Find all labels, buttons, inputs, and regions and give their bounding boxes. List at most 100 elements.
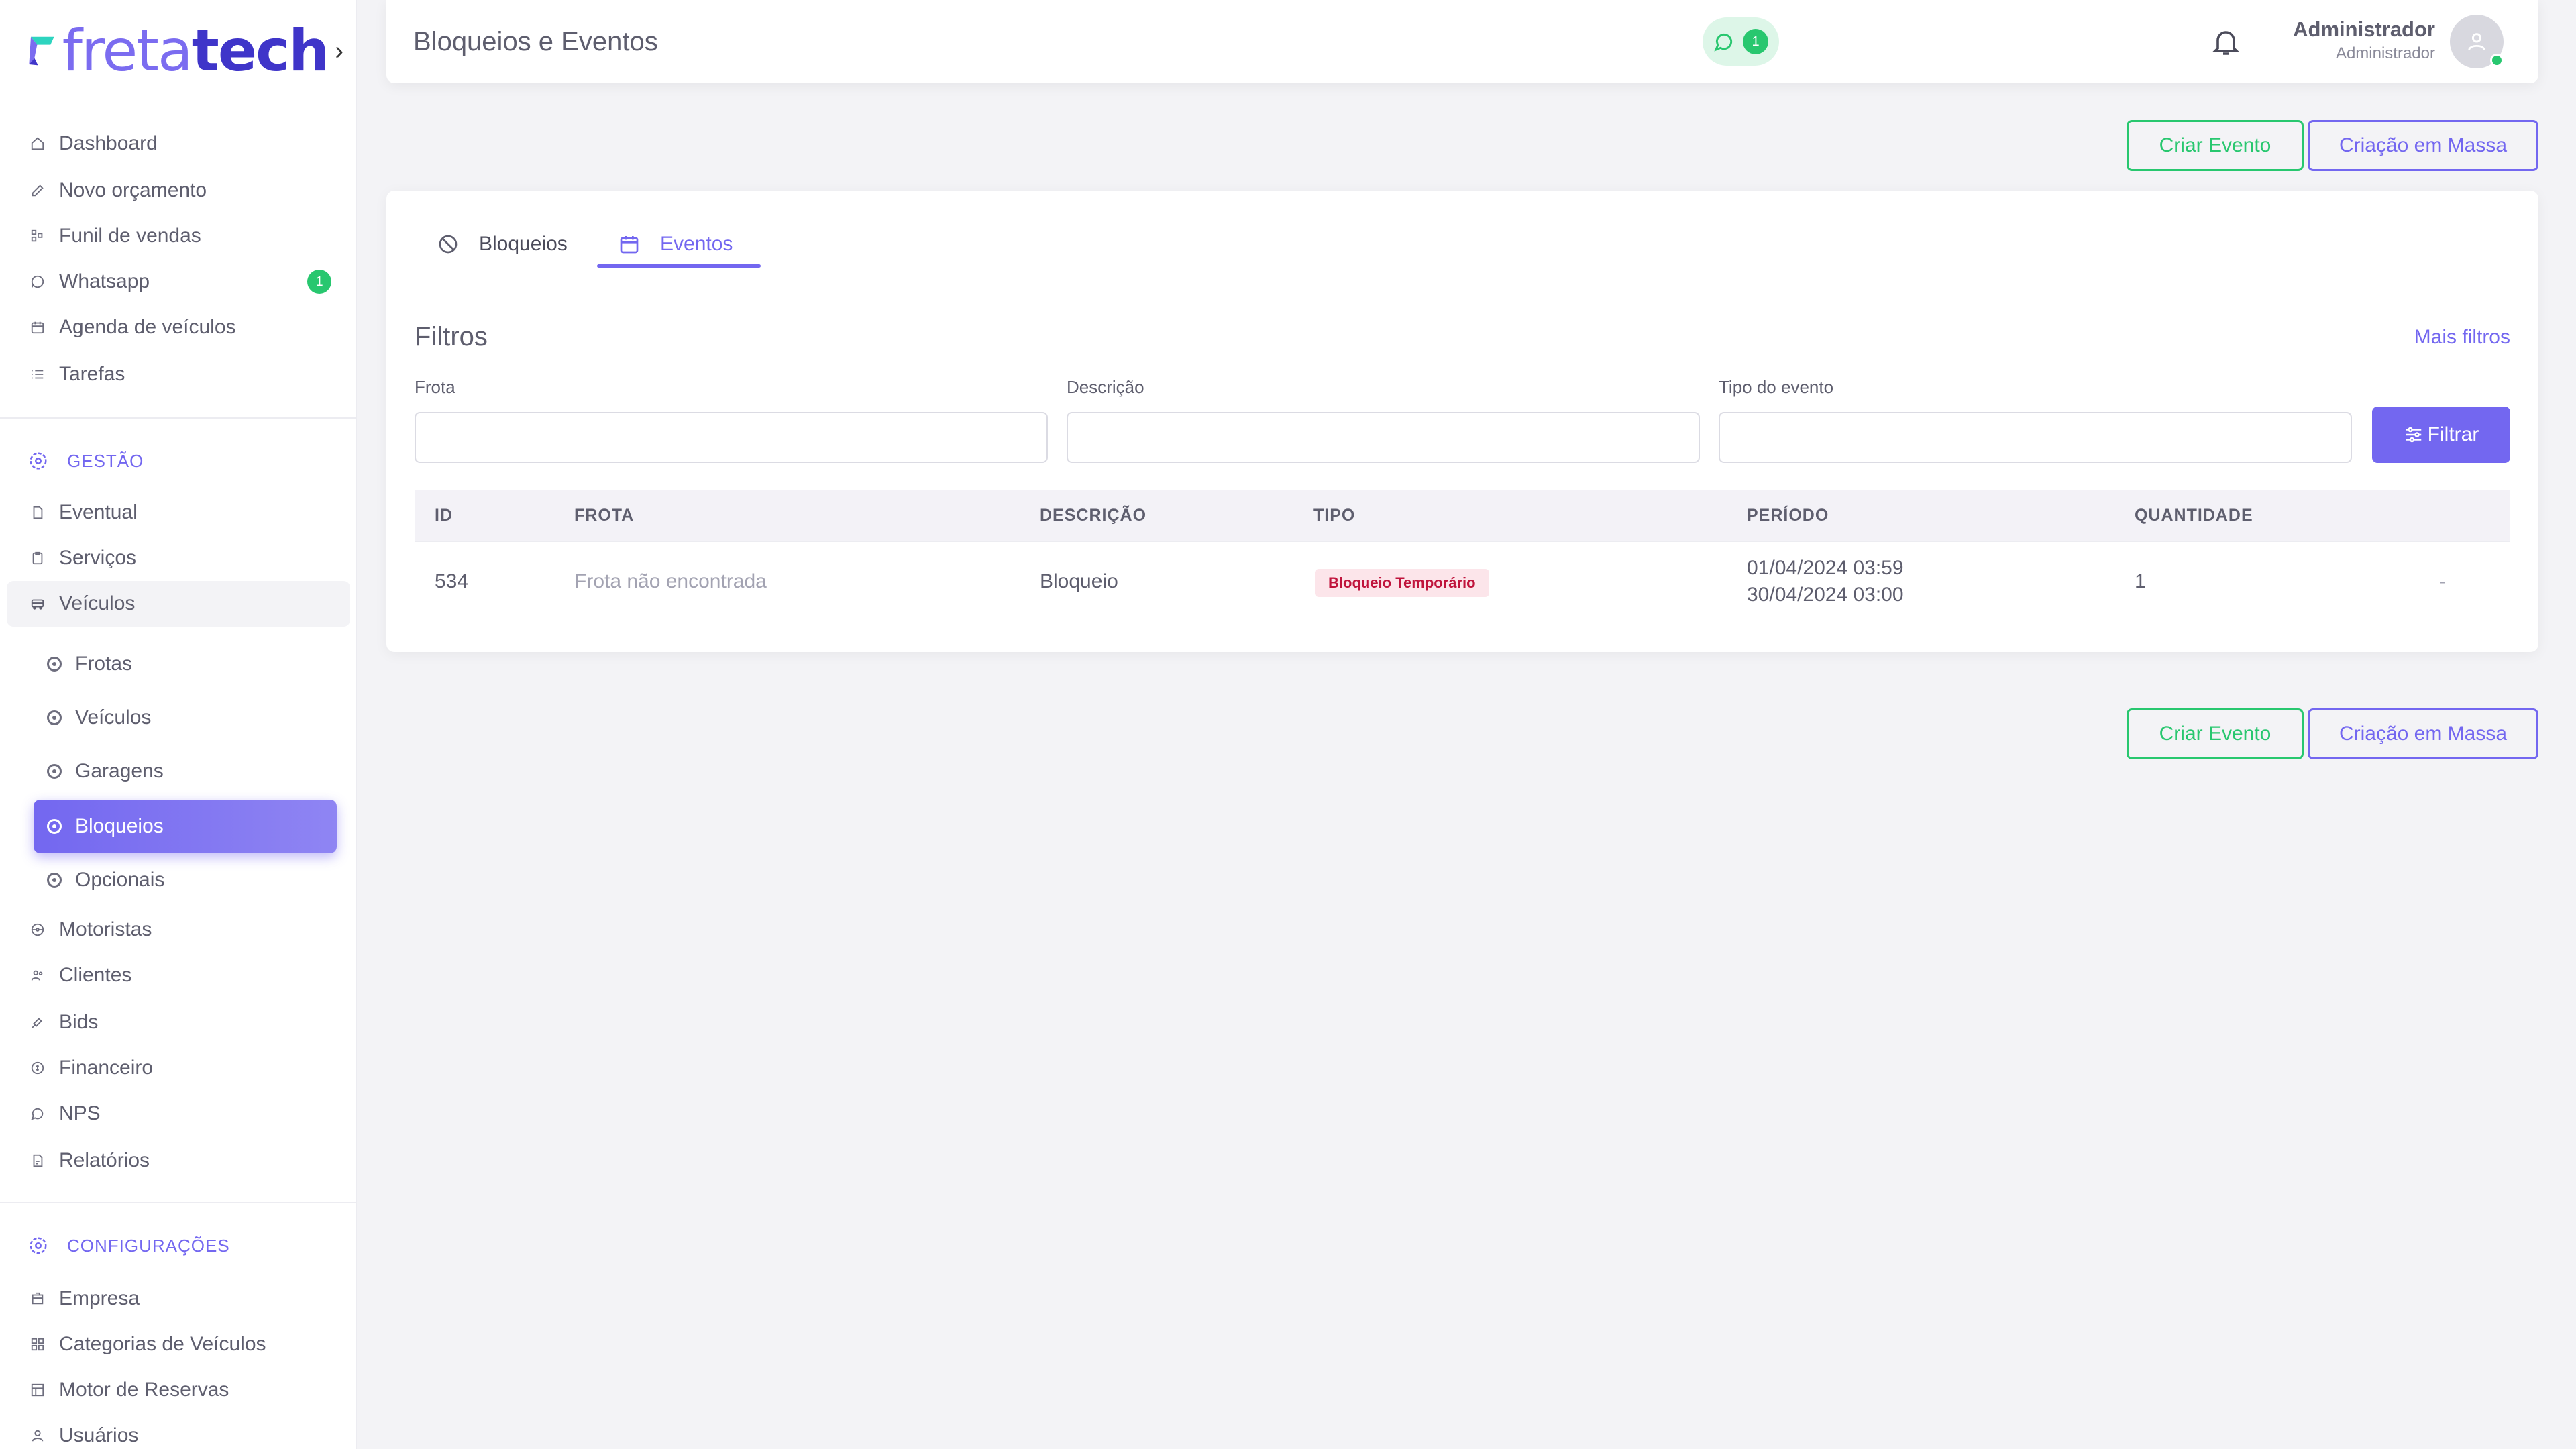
sidebar-item-label: Usuários [59, 1424, 139, 1446]
sidebar-item-veiculos[interactable]: Veículos [7, 581, 350, 627]
sidebar-item-label: Bids [59, 1011, 99, 1033]
sidebar-item-label: Financeiro [59, 1057, 154, 1079]
sidebar-item-whatsapp[interactable]: Whatsapp 1 [7, 259, 350, 305]
filter-button-label: Filtrar [2427, 423, 2479, 445]
report-icon [28, 1151, 47, 1170]
sidebar: fretatech › Dashboard Novo orçamento Fun… [0, 0, 357, 1449]
bus-icon [28, 594, 47, 613]
circle-icon [47, 819, 62, 834]
sidebar-subitem-bloqueios[interactable]: Bloqueios [34, 800, 337, 853]
sidebar-item-nps[interactable]: NPS [7, 1091, 350, 1136]
circle-icon [47, 764, 62, 779]
frota-input[interactable] [415, 412, 1048, 463]
edit-icon [28, 181, 47, 200]
column-header-descricao[interactable]: DESCRIÇÃO [1040, 506, 1146, 525]
sidebar-item-agenda-de-veiculos[interactable]: Agenda de veículos [7, 305, 350, 350]
section-configuracoes-label: CONFIGURAÇÕES [67, 1235, 230, 1256]
sidebar-subitem-label: Veículos [75, 706, 152, 729]
funnel-icon [28, 227, 47, 246]
sidebar-subitem-label: Frotas [75, 653, 133, 675]
sidebar-item-label: Serviços [59, 547, 137, 569]
clipboard-icon [28, 549, 47, 568]
tab-eventos[interactable]: Eventos [619, 217, 733, 271]
table-header: ID FROTA DESCRIÇÃO TIPO PERÍODO QUANTIDA… [415, 490, 2510, 541]
sidebar-item-label: Relatórios [59, 1149, 150, 1171]
sidebar-item-financeiro[interactable]: Financeiro [7, 1045, 350, 1091]
page-title: Bloqueios e Eventos [413, 26, 658, 56]
create-event-button-bottom[interactable]: Criar Evento [2127, 708, 2304, 759]
circle-icon [47, 873, 62, 888]
sidebar-item-dashboard[interactable]: Dashboard [7, 121, 350, 166]
tipo-evento-select[interactable] [1719, 412, 2352, 463]
sidebar-item-relatorios[interactable]: Relatórios [7, 1138, 350, 1183]
bell-icon[interactable] [2210, 25, 2242, 58]
circle-icon [47, 710, 62, 725]
top-bar: Bloqueios e Eventos 1 Administrador Admi… [386, 0, 2538, 83]
bulk-create-button-bottom[interactable]: Criação em Massa [2308, 708, 2538, 759]
cell-periodo-fim: 30/04/2024 03:00 [1747, 584, 1904, 606]
app-logo[interactable]: fretatech › [28, 17, 343, 85]
circle-icon [47, 657, 62, 672]
sidebar-item-usuarios[interactable]: Usuários [7, 1413, 350, 1449]
cell-acao[interactable]: - [2439, 570, 2446, 593]
tab-label: Eventos [660, 233, 733, 255]
sidebar-subitem-frotas[interactable]: Frotas [34, 637, 337, 691]
sidebar-item-clientes[interactable]: Clientes [7, 953, 350, 998]
column-header-periodo[interactable]: PERÍODO [1747, 506, 1829, 525]
column-header-id[interactable]: ID [435, 506, 453, 525]
sidebar-item-label: Motor de Reservas [59, 1379, 229, 1401]
user-role: Administrador [2335, 44, 2435, 62]
sidebar-subitem-label: Bloqueios [75, 815, 164, 837]
whatsapp-count-badge: 1 [1743, 29, 1768, 54]
column-header-tipo[interactable]: TIPO [1313, 506, 1355, 525]
gear-icon [30, 452, 47, 470]
avatar[interactable] [2450, 15, 2504, 68]
gear-icon [30, 1237, 47, 1254]
building-icon [28, 1289, 47, 1308]
cell-quantidade: 1 [2135, 570, 2146, 592]
sidebar-subitem-opcionais[interactable]: Opcionais [34, 853, 337, 907]
users-icon [28, 966, 47, 985]
more-filters-link[interactable]: Mais filtros [2414, 326, 2510, 349]
file-icon [28, 503, 47, 522]
bulk-create-button[interactable]: Criação em Massa [2308, 120, 2538, 171]
create-event-button[interactable]: Criar Evento [2127, 120, 2304, 171]
descricao-label: Descrição [1067, 377, 1144, 397]
coin-icon [28, 1059, 47, 1077]
section-gestao: GESTÃO [28, 444, 144, 478]
sidebar-item-servicos[interactable]: Serviços [7, 535, 350, 581]
events-card: Bloqueios Eventos Filtros Mais filtros F… [386, 191, 2538, 652]
list-icon [28, 365, 47, 384]
grid-icon [28, 1335, 47, 1354]
user-info[interactable]: Administrador Administrador [2293, 17, 2435, 63]
sidebar-item-categorias-de-veiculos[interactable]: Categorias de Veículos [7, 1322, 350, 1367]
sidebar-item-novo-orcamento[interactable]: Novo orçamento [7, 168, 350, 213]
frota-label: Frota [415, 377, 455, 397]
cell-frota: Frota não encontrada [574, 570, 767, 592]
tab-bloqueios[interactable]: Bloqueios [437, 217, 568, 271]
chevron-right-icon[interactable]: › [335, 37, 343, 66]
tipo-evento-label: Tipo do evento [1719, 377, 1834, 397]
sidebar-item-eventual[interactable]: Eventual [7, 490, 350, 535]
sidebar-subitem-garagens[interactable]: Garagens [34, 745, 337, 798]
column-header-quantidade[interactable]: QUANTIDADE [2135, 506, 2253, 525]
sidebar-divider [0, 1202, 356, 1203]
cell-periodo-inicio: 01/04/2024 03:59 [1747, 557, 1904, 579]
sidebar-item-motor-de-reservas[interactable]: Motor de Reservas [7, 1367, 350, 1413]
sidebar-subitem-veiculos[interactable]: Veículos [34, 691, 337, 745]
whatsapp-icon [1714, 33, 1733, 52]
sidebar-item-motoristas[interactable]: Motoristas [7, 907, 350, 953]
gavel-icon [28, 1013, 47, 1032]
sidebar-item-label: Empresa [59, 1287, 140, 1309]
whatsapp-notification-button[interactable]: 1 [1703, 17, 1779, 66]
filter-button[interactable]: Filtrar [2372, 407, 2510, 463]
online-status-dot [2490, 54, 2504, 67]
sidebar-item-funil-de-vendas[interactable]: Funil de vendas [7, 213, 350, 259]
sidebar-item-bids[interactable]: Bids [7, 1000, 350, 1045]
column-header-frota[interactable]: FROTA [574, 506, 634, 525]
descricao-input[interactable] [1067, 412, 1700, 463]
sliders-icon [2406, 427, 2421, 443]
sidebar-item-tarefas[interactable]: Tarefas [7, 352, 350, 397]
sidebar-item-label: Agenda de veículos [59, 316, 236, 338]
sidebar-item-empresa[interactable]: Empresa [7, 1276, 350, 1322]
